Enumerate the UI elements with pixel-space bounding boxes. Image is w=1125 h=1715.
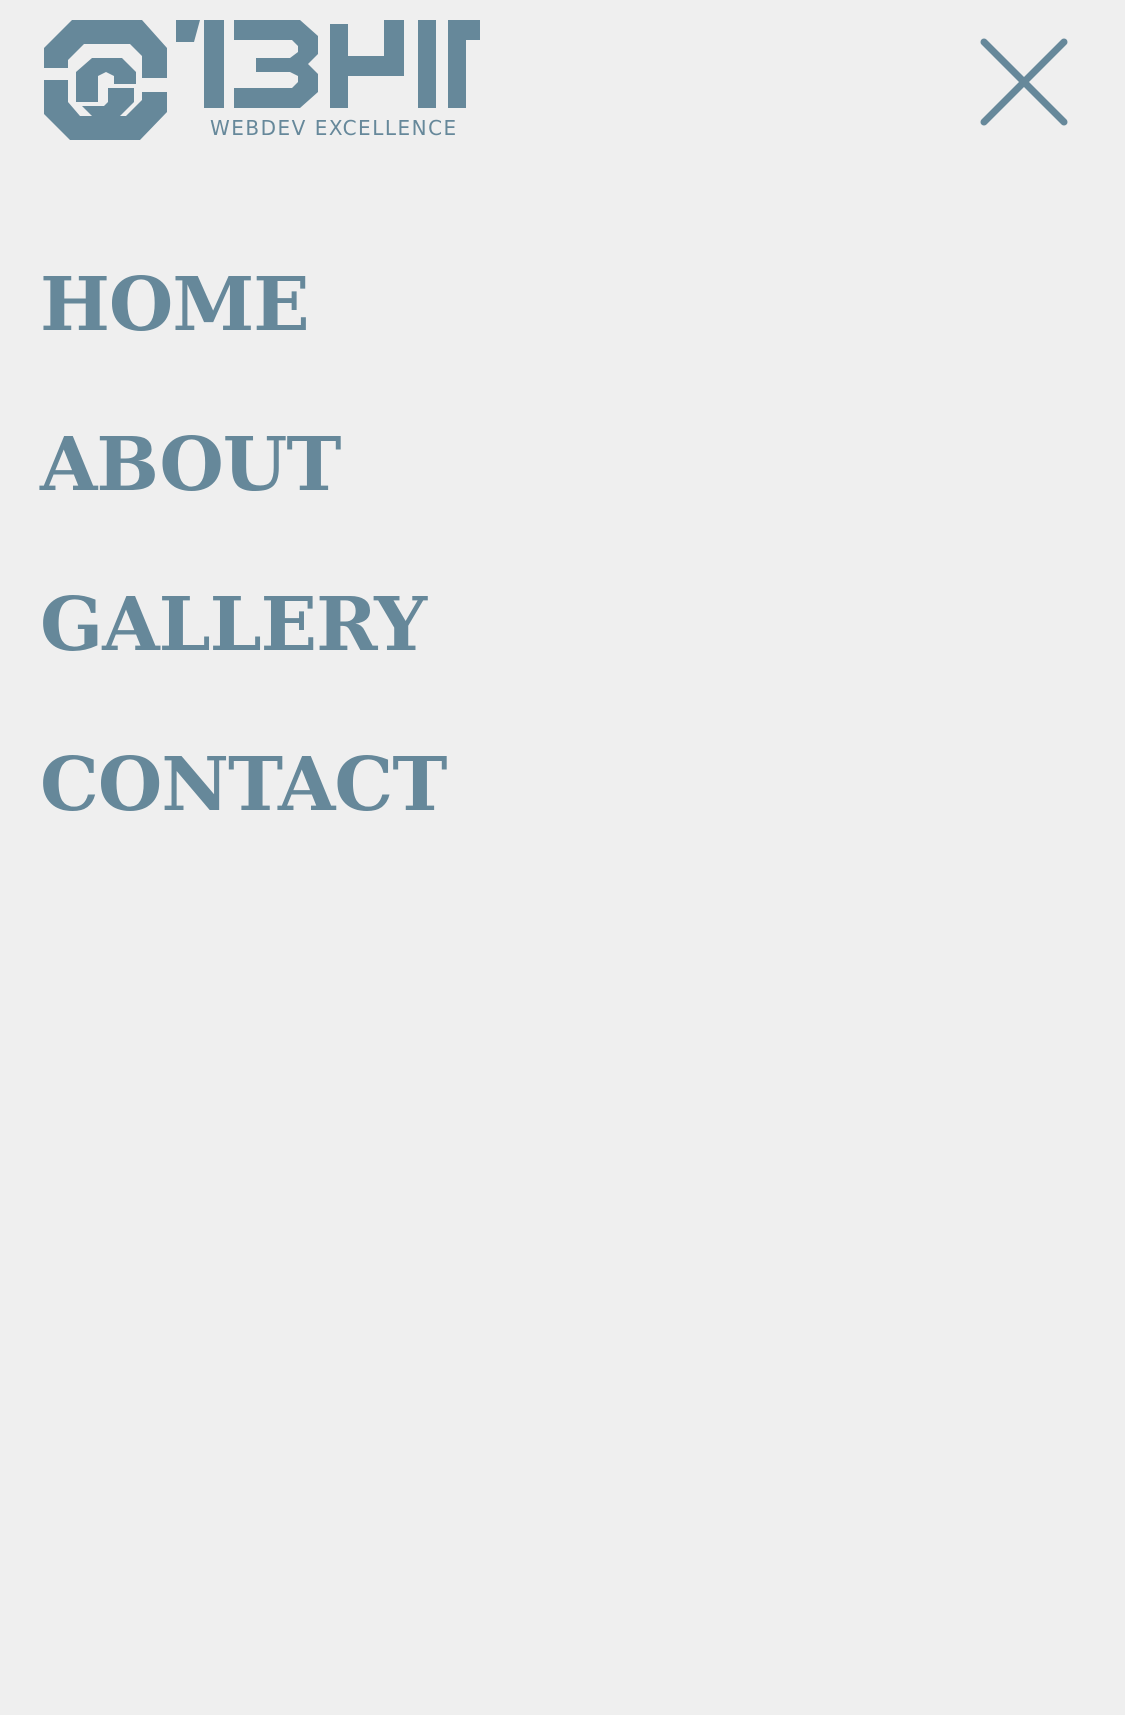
hexagon-swirl-logo-icon [44,20,167,140]
menu-link-contact[interactable]: CONTACT [40,730,447,822]
brand-logo[interactable]: WEBDEV EXCELLENCE [42,18,480,142]
menu-item-contact: CONTACT [40,730,447,890]
logo-mark [176,20,480,108]
menu-item-home: HOME [40,250,446,410]
menu-link-home[interactable]: HOME [40,250,310,342]
close-menu-button[interactable] [972,30,1076,134]
menu-link-gallery[interactable]: GALLERY [40,570,427,662]
menu-link-about[interactable]: ABOUT [40,410,341,502]
header: WEBDEV EXCELLENCE [0,0,1125,160]
close-icon [980,38,1068,126]
menu-item-gallery: GALLERY [40,570,446,730]
logo-tagline: WEBDEV EXCELLENCE [210,116,458,140]
menu-item-about: ABOUT [40,410,446,570]
main-menu: HOME ABOUT GALLERY CONTACT [40,250,447,890]
